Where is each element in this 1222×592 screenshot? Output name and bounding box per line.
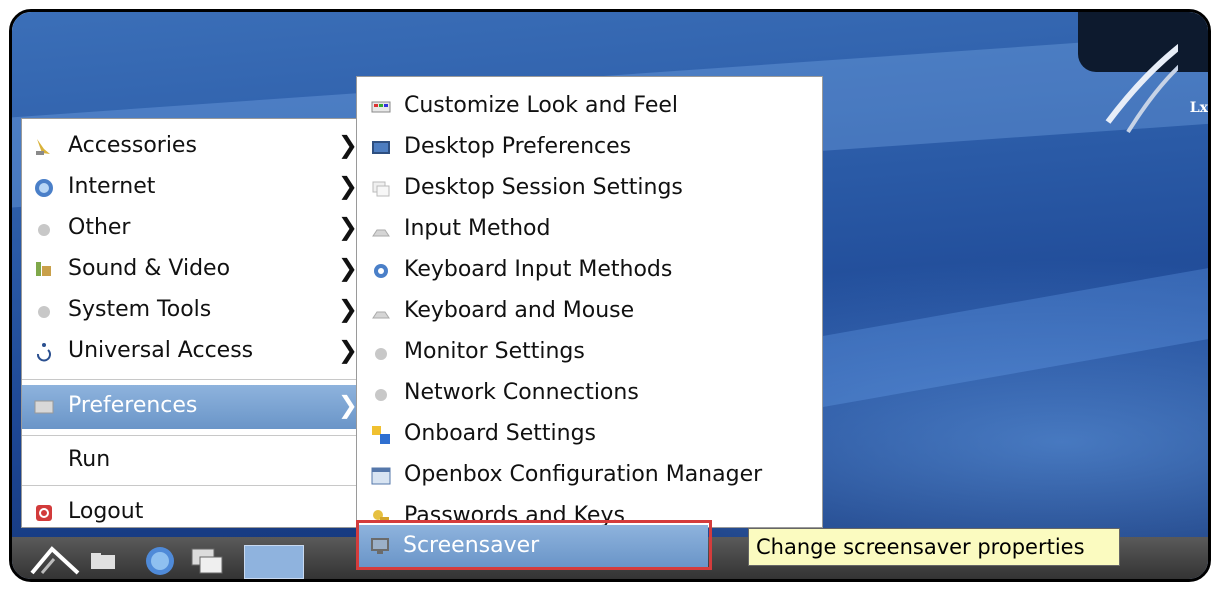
onboard-icon <box>372 426 390 444</box>
menu-item-network-connections[interactable]: Network Connections <box>357 374 822 414</box>
menu-item-run[interactable]: Run <box>22 441 364 481</box>
menu-item-keyboard-input-methods[interactable]: Keyboard Input Methods <box>357 251 822 291</box>
openbox-icon <box>371 467 391 485</box>
highlight-box <box>356 520 712 570</box>
desktop-logo-panel <box>1078 12 1208 134</box>
file-manager-icon[interactable] <box>90 551 116 571</box>
system-tools-icon <box>38 306 50 318</box>
menu-item-monitor-settings[interactable]: Monitor Settings <box>357 333 822 373</box>
menu-item-openbox-configuration-manager[interactable]: Openbox Configuration Manager <box>357 456 822 496</box>
menu-item-onboard-settings[interactable]: Onboard Settings <box>357 415 822 455</box>
menu-item-keyboard-and-mouse[interactable]: Keyboard and Mouse <box>357 292 822 332</box>
preferences-icon <box>34 400 54 414</box>
menu-item-customize-look-and-feel[interactable]: Customize Look and Feel <box>357 87 822 127</box>
accessories-icon <box>36 139 50 155</box>
input-method-icon <box>372 229 390 237</box>
appearance-icon <box>371 101 391 113</box>
session-icon <box>372 181 390 197</box>
tooltip-text: Change screensaver properties <box>756 535 1085 559</box>
menu-item-input-method[interactable]: Input Method <box>357 210 822 250</box>
menu-item-preferences[interactable]: Preferences ❯ <box>22 385 364 429</box>
menu-launcher-icon[interactable] <box>30 545 80 575</box>
desktop-icon <box>372 141 390 154</box>
application-menu: Accessories ❯ Internet ❯ Other ❯ Sound &… <box>21 118 365 528</box>
taskbar-window-button[interactable] <box>244 545 304 579</box>
submenu-arrow-icon: ❯ <box>337 213 358 241</box>
universal-access-icon <box>37 343 51 362</box>
internet-icon <box>35 179 53 197</box>
menu-item-sound-video[interactable]: Sound & Video ❯ <box>22 250 364 290</box>
submenu-arrow-icon: ❯ <box>337 391 358 419</box>
monitor-icon <box>375 348 387 360</box>
preferences-submenu: Customize Look and Feel Desktop Preferen… <box>356 76 823 528</box>
other-icon <box>38 224 50 236</box>
menu-item-system-tools[interactable]: System Tools ❯ <box>22 291 364 331</box>
tooltip: Change screensaver properties <box>748 528 1120 566</box>
menu-item-accessories[interactable]: Accessories ❯ <box>22 127 364 167</box>
logout-icon <box>36 505 52 521</box>
keyboard-icon <box>372 311 390 319</box>
menu-item-logout[interactable]: Logout <box>22 493 364 533</box>
menu-item-universal-access[interactable]: Universal Access ❯ <box>22 332 364 372</box>
submenu-arrow-icon: ❯ <box>337 336 358 364</box>
menu-item-internet[interactable]: Internet ❯ <box>22 168 364 208</box>
web-browser-icon[interactable] <box>144 545 176 577</box>
submenu-arrow-icon: ❯ <box>337 254 358 282</box>
network-icon <box>375 389 387 401</box>
menu-item-desktop-preferences[interactable]: Desktop Preferences <box>357 128 822 168</box>
menu-separator <box>22 435 364 436</box>
desktop-switch-icon[interactable] <box>190 547 224 575</box>
submenu-arrow-icon: ❯ <box>337 295 358 323</box>
desktop-logo-text: Lx <box>1189 100 1208 116</box>
sound-video-icon <box>36 262 51 276</box>
menu-separator <box>22 379 364 380</box>
menu-item-desktop-session-settings[interactable]: Desktop Session Settings <box>357 169 822 209</box>
submenu-arrow-icon: ❯ <box>337 172 358 200</box>
keyboard-gear-icon <box>374 264 388 278</box>
menu-separator <box>22 485 364 486</box>
lxde-swoosh-icon <box>1105 43 1178 134</box>
submenu-arrow-icon: ❯ <box>337 131 358 159</box>
menu-item-other[interactable]: Other ❯ <box>22 209 364 249</box>
